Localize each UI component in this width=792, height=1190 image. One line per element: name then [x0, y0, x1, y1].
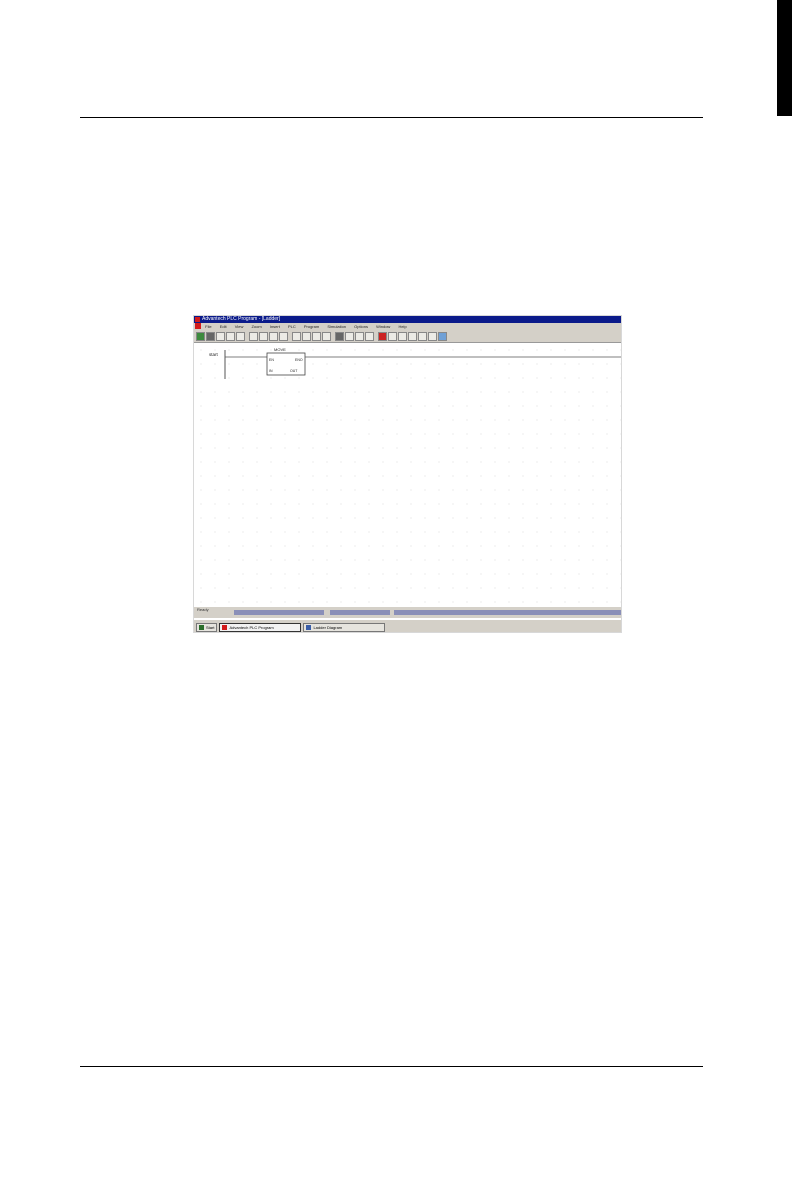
app-icon	[195, 317, 200, 322]
plc-app-icon	[222, 624, 228, 630]
function-block-icon[interactable]	[322, 331, 331, 341]
paste-icon[interactable]	[269, 331, 278, 341]
move-block[interactable]	[266, 352, 306, 376]
task-label: Ladder Diagram	[313, 624, 343, 630]
window-title: Advantech PLC Program - [Ladder]	[202, 316, 281, 322]
menu-help[interactable]: Help	[398, 324, 406, 329]
cut-icon[interactable]	[249, 331, 258, 341]
menu-edit[interactable]: Edit	[220, 324, 227, 329]
block-in-label: IN	[269, 369, 273, 373]
block-eno-label: ENO	[295, 358, 303, 362]
ladder-app-icon	[306, 624, 312, 630]
toolbar	[194, 330, 621, 343]
download-icon[interactable]	[345, 331, 354, 341]
properties-icon[interactable]	[428, 331, 437, 341]
windows-icon	[199, 624, 204, 630]
window-title-bar: Advantech PLC Program - [Ladder]	[194, 316, 621, 323]
rung-label: start	[209, 352, 219, 357]
coil-icon[interactable]	[312, 331, 321, 341]
embedded-screenshot: Advantech PLC Program - [Ladder] File Ed…	[193, 315, 622, 633]
menu-zoom[interactable]: Zoom	[251, 324, 261, 329]
menu-file[interactable]: File	[205, 324, 211, 329]
contact-nc-icon[interactable]	[302, 331, 311, 341]
contact-no-icon[interactable]	[292, 331, 301, 341]
menu-view[interactable]: View	[235, 324, 244, 329]
undo-icon[interactable]	[279, 331, 288, 341]
menu-window[interactable]: Window	[376, 324, 390, 329]
record-icon[interactable]	[378, 331, 387, 341]
start-button[interactable]: Start	[196, 622, 218, 632]
run-icon[interactable]	[196, 331, 205, 341]
zoom-in-icon[interactable]	[388, 331, 397, 341]
menu-insert[interactable]: Insert	[270, 324, 280, 329]
monitor-icon[interactable]	[365, 331, 374, 341]
task-ladder-diagram[interactable]: Ladder Diagram	[303, 622, 386, 632]
task-label: Advantech PLC Program	[229, 624, 274, 630]
page-edge-tab	[777, 0, 792, 116]
menu-plc[interactable]: PLC	[288, 324, 296, 329]
block-out-label: OUT	[290, 369, 298, 373]
print-icon[interactable]	[418, 331, 427, 341]
footer-rule	[80, 1066, 703, 1067]
new-file-icon[interactable]	[216, 331, 225, 341]
header-rule	[80, 117, 703, 118]
copy-icon[interactable]	[259, 331, 268, 341]
open-file-icon[interactable]	[226, 331, 235, 341]
find-icon[interactable]	[408, 331, 417, 341]
stop-icon[interactable]	[206, 331, 215, 341]
task-plc-program[interactable]: Advantech PLC Program	[219, 622, 302, 632]
taskbar: Start Advantech PLC Program Ladder Diagr…	[194, 619, 621, 632]
compile-icon[interactable]	[335, 331, 344, 341]
status-pane-2	[330, 610, 390, 615]
status-bar: Ready	[194, 607, 621, 618]
status-pane-1	[234, 610, 324, 615]
ladder-diagram: start MOVE EN ENO IN OUT	[209, 347, 621, 379]
status-text: Ready	[197, 607, 209, 612]
start-label: Start	[206, 624, 215, 630]
menu-bar: File Edit View Zoom Insert PLC Program S…	[194, 323, 621, 330]
zoom-out-icon[interactable]	[398, 331, 407, 341]
block-en-label: EN	[269, 358, 274, 362]
app-logo-icon	[195, 323, 201, 329]
menu-options[interactable]: Options	[354, 324, 368, 329]
block-title: MOVE	[274, 347, 286, 352]
status-pane-3	[394, 610, 621, 615]
help-icon[interactable]	[438, 331, 447, 341]
menu-simulation[interactable]: Simulation	[327, 324, 346, 329]
menu-program[interactable]: Program	[304, 324, 319, 329]
save-icon[interactable]	[236, 331, 245, 341]
upload-icon[interactable]	[355, 331, 364, 341]
